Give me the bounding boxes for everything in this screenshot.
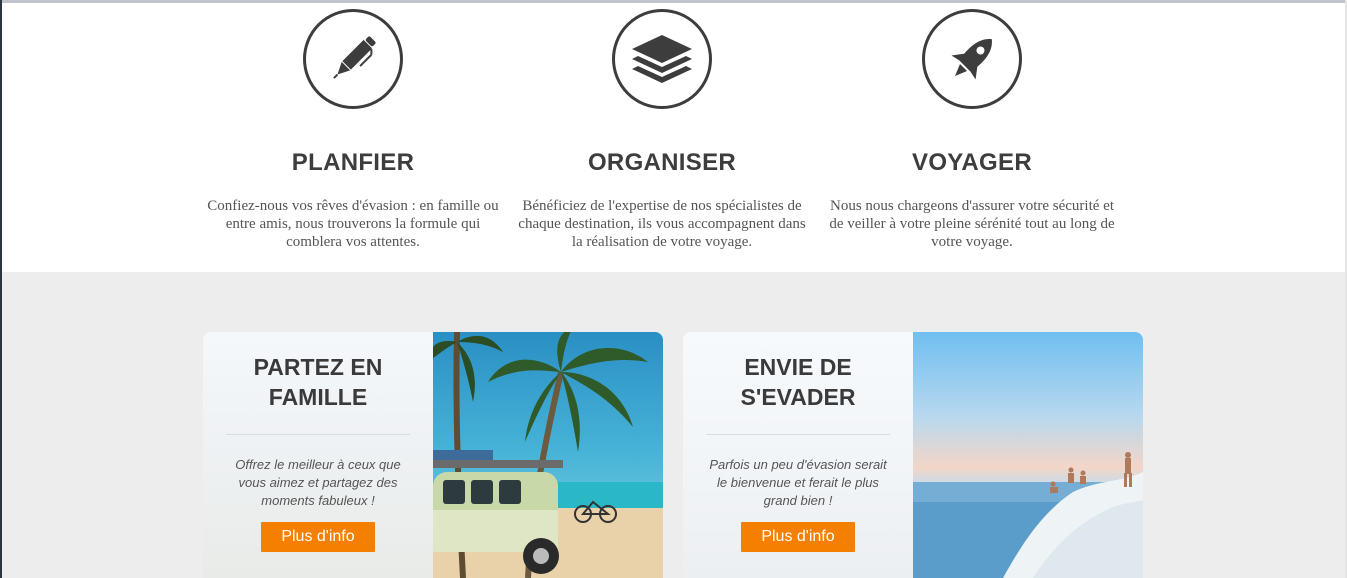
beach-van-photo	[433, 332, 663, 578]
feature-text: Confiez-nous vos rêves d'évasion : en fa…	[207, 198, 499, 250]
plus-info-button[interactable]: Plus d'info	[741, 522, 855, 552]
plus-info-button[interactable]: Plus d'info	[261, 522, 375, 552]
sea-cliff-photo	[913, 332, 1143, 578]
feature-title: ORGANISER	[587, 149, 737, 176]
offer-card-title-line1: ENVIE DE	[744, 354, 852, 380]
offer-card-famille: PARTEZ EN FAMILLE Offrez le meilleur à c…	[203, 332, 663, 578]
divider	[226, 434, 410, 435]
layers-icon	[612, 9, 712, 109]
offer-card-title-line2: FAMILLE	[268, 384, 368, 410]
offer-card-text-panel: ENVIE DE S'EVADER Parfois un peu d'évasi…	[683, 332, 913, 578]
feature-planifier: PLANFIER Confiez-nous vos rêves d'évasio…	[203, 3, 503, 251]
feature-text: Nous nous chargeons d'assurer votre sécu…	[829, 198, 1115, 250]
offer-card-title-line2: S'EVADER	[740, 384, 856, 410]
offer-card-description: Offrez le meilleur à ceux que vous aimez…	[235, 457, 401, 508]
pen-icon	[303, 9, 403, 109]
divider	[706, 434, 890, 435]
feature-organiser: ORGANISER Bénéficiez de l'expertise de n…	[512, 3, 812, 251]
offer-card-title: PARTEZ EN FAMILLE	[203, 352, 433, 412]
feature-voyager: VOYAGER Nous nous chargeons d'assurer vo…	[822, 3, 1122, 251]
offer-card-title-line1: PARTEZ EN	[253, 354, 383, 380]
feature-title: PLANFIER	[291, 149, 415, 176]
features-section: PLANFIER Confiez-nous vos rêves d'évasio…	[2, 3, 1345, 272]
offer-card-title: ENVIE DE S'EVADER	[683, 352, 913, 412]
feature-text: Bénéficiez de l'expertise de nos spécial…	[518, 198, 806, 250]
offer-card-evasion: ENVIE DE S'EVADER Parfois un peu d'évasi…	[683, 332, 1143, 578]
offer-card-text-panel: PARTEZ EN FAMILLE Offrez le meilleur à c…	[203, 332, 433, 578]
feature-title: VOYAGER	[912, 149, 1032, 176]
offer-card-description: Parfois un peu d'évasion serait le bienv…	[709, 457, 887, 508]
rocket-icon	[922, 9, 1022, 109]
